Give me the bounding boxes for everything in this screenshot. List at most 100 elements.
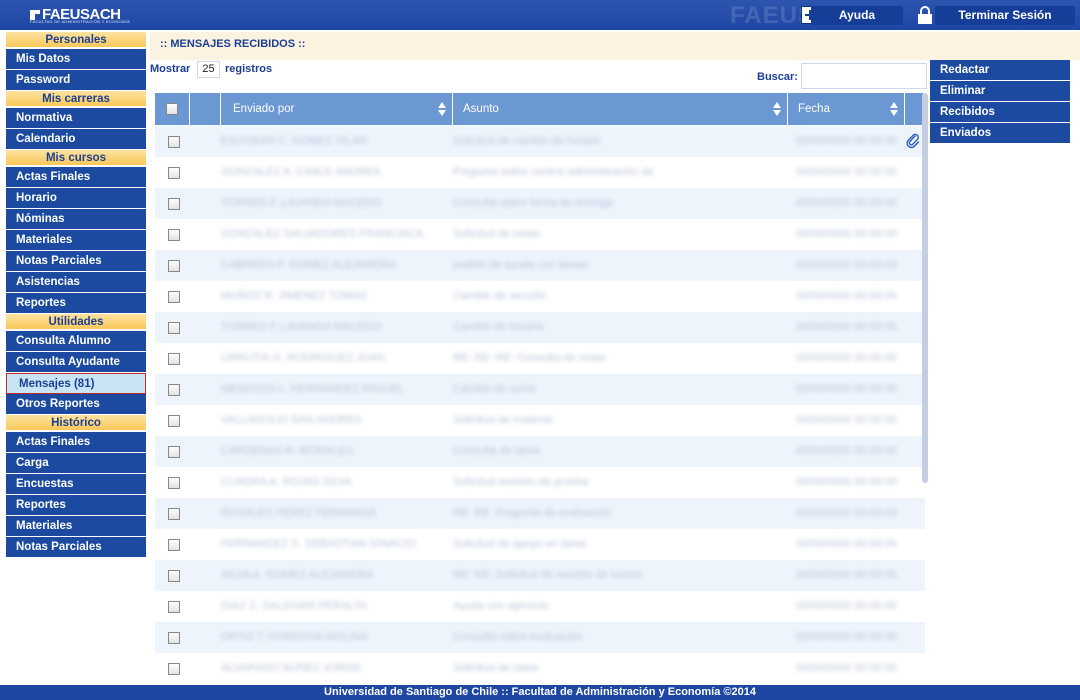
sidebar-item-carga[interactable]: Carga: [6, 453, 146, 474]
table-row[interactable]: DÍAZ Z. SALDIVAR PERALTA Ayuda con ejerci…: [155, 591, 925, 622]
row-checkbox[interactable]: [168, 477, 180, 489]
row-checkbox[interactable]: [168, 136, 180, 148]
cell-subject: Consulta sobre fecha de entrega: [453, 197, 613, 209]
column-header-sender-label: Enviado por: [233, 103, 295, 115]
cell-from: VALLADOLID SAN ANDRÉS: [221, 414, 363, 426]
table-row[interactable]: ALVARADO NUÑEZ JORGE Solicitud de clase 00…: [155, 653, 925, 684]
table-row[interactable]: MENDOZA L. HERNANDEZ MIGUEL Cambio de cur…: [155, 374, 925, 405]
sidebar-item-reportes[interactable]: Reportes: [6, 293, 146, 314]
search-input[interactable]: [801, 63, 927, 89]
table-row[interactable]: CABRERA P. GOMEZ ALEJANDRA pedido de ayud…: [155, 250, 925, 281]
sidebar-item-otros-reportes[interactable]: Otros Reportes: [6, 394, 146, 415]
cell-from: ORTIZ T. CORDOVA MOLINA: [221, 631, 368, 643]
row-checkbox[interactable]: [168, 570, 180, 582]
sidebar-item-materiales[interactable]: Materiales: [6, 516, 146, 537]
table-row[interactable]: SILVA A. GOMEZ ALEJANDRA RE: RE: Solicitu…: [155, 560, 925, 591]
table-row[interactable]: ROSALES PÉREZ FERNANDA RE: RE: Pregunta d…: [155, 498, 925, 529]
help-button[interactable]: Ayuda: [811, 6, 903, 25]
row-checkbox[interactable]: [168, 415, 180, 427]
sidebar-section-historico: Histórico: [6, 415, 146, 432]
table-row[interactable]: ORTIZ T. CORDOVA MOLINA Consulta sobre ev…: [155, 622, 925, 653]
row-checkbox[interactable]: [168, 353, 180, 365]
cell-subject: Pregunta sobre control administración de: [453, 166, 654, 178]
sidebar-item-materiales[interactable]: Materiales: [6, 230, 146, 251]
row-checkbox[interactable]: [168, 539, 180, 551]
table-row[interactable]: ESCOBAR C. GOMEZ VILAR Solicitud de cambi…: [155, 126, 925, 157]
cell-from: GÓNZALEZ A. CABLE ANDREA: [221, 166, 381, 178]
cell-subject: Solicitud de cambio de horario: [453, 135, 601, 147]
sidebar-item-notas-parciales[interactable]: Notas Parciales: [6, 537, 146, 558]
action-eliminar[interactable]: Eliminar: [930, 81, 1070, 102]
column-header-sender[interactable]: Enviado por: [221, 93, 453, 125]
table-row[interactable]: CÁRDENAS R. MORALES Consulta de tarea 00/0…: [155, 436, 925, 467]
sidebar-section-mis-carreras: Mis carreras: [6, 91, 146, 108]
row-checkbox[interactable]: [168, 167, 180, 179]
row-checkbox[interactable]: [168, 384, 180, 396]
cell-subject: Solicitud de notas: [453, 228, 540, 240]
page-size-select[interactable]: 25: [197, 61, 220, 78]
extra-column-header: [905, 93, 923, 125]
cell-from: FERNANDEZ S. SEBASTIAN IGNACIO: [221, 538, 416, 550]
cell-from: GONZALEZ SALVADORES FRANCISCA: [221, 228, 423, 240]
table-row[interactable]: GÓNZALEZ A. CABLE ANDREA Pregunta sobre c…: [155, 157, 925, 188]
action-enviados[interactable]: Enviados: [930, 123, 1070, 144]
sort-icon[interactable]: [890, 102, 898, 117]
paperclip-icon[interactable]: [906, 133, 920, 149]
cell-subject: RE: RE: Pregunta de evaluación: [453, 507, 612, 519]
table-row[interactable]: MUÑOZ R. JIMENEZ TOMAS Cambio de sección 0…: [155, 281, 925, 312]
table-scrollbar[interactable]: [922, 93, 928, 483]
table-row[interactable]: FERNANDEZ S. SEBASTIAN IGNACIO Solicitud …: [155, 529, 925, 560]
sidebar-item-actas-finales[interactable]: Actas Finales: [6, 167, 146, 188]
row-checkbox[interactable]: [168, 322, 180, 334]
sidebar-item-consulta-ayudante[interactable]: Consulta Ayudante: [6, 352, 146, 373]
action-redactar[interactable]: Redactar: [930, 60, 1070, 81]
cell-date: 00/00/0000 00:00:00: [796, 259, 897, 271]
cell-date: 00/00/0000 00:00:00: [796, 569, 897, 581]
select-all-checkbox[interactable]: [166, 103, 178, 115]
row-checkbox[interactable]: [168, 260, 180, 272]
table-row[interactable]: TORRES F. LAVANDA MACEDO Consulta sobre f…: [155, 188, 925, 219]
sidebar-item-horario[interactable]: Horario: [6, 188, 146, 209]
row-checkbox[interactable]: [168, 291, 180, 303]
column-header-subject-label: Asunto: [463, 103, 499, 115]
sidebar-item-mensajes-81[interactable]: Mensajes (81): [6, 373, 146, 394]
sidebar-item-password[interactable]: Password: [6, 70, 146, 91]
sidebar-item-asistencias[interactable]: Asistencias: [6, 272, 146, 293]
message-actions-menu: Redactar Eliminar Recibidos Enviados: [930, 60, 1070, 144]
row-checkbox[interactable]: [168, 229, 180, 241]
row-checkbox[interactable]: [168, 632, 180, 644]
sort-icon[interactable]: [438, 102, 446, 117]
sidebar-item-calendario[interactable]: Calendario: [6, 129, 146, 150]
row-checkbox[interactable]: [168, 601, 180, 613]
row-checkbox[interactable]: [168, 198, 180, 210]
row-checkbox[interactable]: [168, 508, 180, 520]
sidebar-item-reportes[interactable]: Reportes: [6, 495, 146, 516]
sidebar-item-actas-finales[interactable]: Actas Finales: [6, 432, 146, 453]
table-row[interactable]: GONZALEZ SALVADORES FRANCISCA Solicitud d…: [155, 219, 925, 250]
sidebar-item-consulta-alumno[interactable]: Consulta Alumno: [6, 331, 146, 352]
show-label: Mostrar: [150, 63, 191, 75]
lock-icon[interactable]: [917, 6, 934, 24]
sidebar-item-notas-parciales[interactable]: Notas Parciales: [6, 251, 146, 272]
action-recibidos[interactable]: Recibidos: [930, 102, 1070, 123]
logout-button[interactable]: Terminar Sesión: [935, 6, 1075, 25]
row-checkbox[interactable]: [168, 663, 180, 675]
sidebar-item-nominas[interactable]: Nóminas: [6, 209, 146, 230]
sidebar-item-normativa[interactable]: Normativa: [6, 108, 146, 129]
cell-from: MUÑOZ R. JIMENEZ TOMAS: [221, 290, 368, 302]
sort-icon[interactable]: [773, 102, 781, 117]
sidebar-item-mis-datos[interactable]: Mis Datos: [6, 49, 146, 70]
row-checkbox[interactable]: [168, 446, 180, 458]
cell-date: 00/00/0000 00:00:00: [796, 166, 897, 178]
table-row[interactable]: CUADRA A. ROJAS SILVA Solicitud revisión …: [155, 467, 925, 498]
search-label: Buscar:: [757, 71, 798, 83]
sidebar-item-encuestas[interactable]: Encuestas: [6, 474, 146, 495]
cell-from: MENDOZA L. HERNANDEZ MIGUEL: [221, 383, 405, 395]
column-header-date[interactable]: Fecha: [788, 93, 905, 125]
table-row[interactable]: URRUTIA G. RODRIGUEZ JUAN RE: RE: RE: Con…: [155, 343, 925, 374]
logo-subtitle: FACULTAD DE ADMINISTRACIÓN Y ECONOMÍA: [30, 19, 131, 24]
top-header: FAEUSACH FACULTAD DE ADMINISTRACIÓN Y EC…: [0, 0, 1080, 30]
table-row[interactable]: VALLADOLID SAN ANDRÉS Solicitud de materi…: [155, 405, 925, 436]
table-row[interactable]: TORRES F. LAVANDA MACEDO Cambio de horari…: [155, 312, 925, 343]
column-header-subject[interactable]: Asunto: [453, 93, 788, 125]
